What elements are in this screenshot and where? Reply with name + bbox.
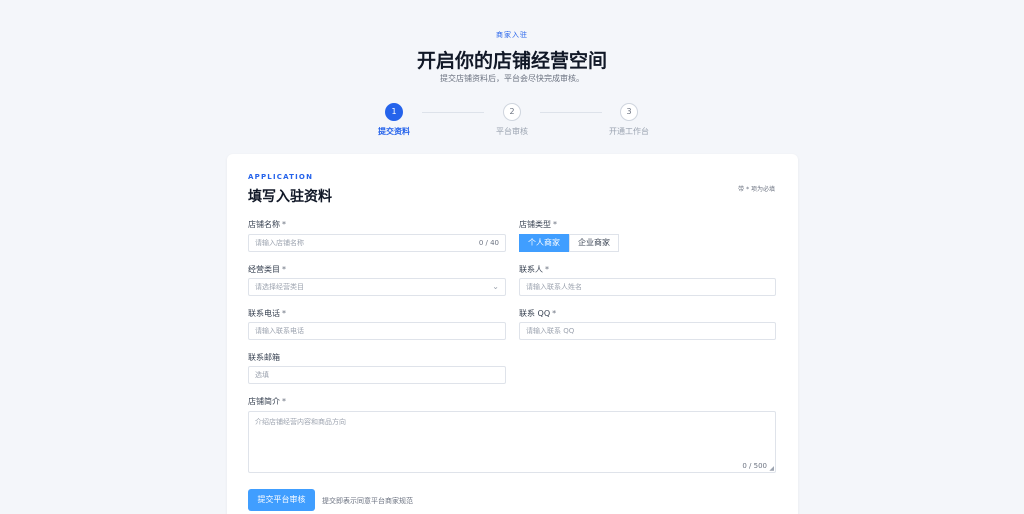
category-placeholder: 请选择经营类目 <box>255 283 304 291</box>
progress-steps: 1 提交资料 2 平台审核 3 开通工作台 <box>0 103 1024 143</box>
required-star: * <box>282 220 286 229</box>
store-name-placeholder: 请输入店铺名称 <box>255 239 304 247</box>
form-title: 填写入驻资料 <box>248 189 332 205</box>
phone-label: 联系电话 * <box>248 308 286 319</box>
required-star: * <box>282 309 286 318</box>
email-label: 联系邮箱 <box>248 352 280 363</box>
contact-placeholder: 请输入联系人姓名 <box>526 283 582 291</box>
email-placeholder: 选填 <box>255 371 269 379</box>
store-name-input[interactable]: 请输入店铺名称 0 / 40 <box>248 234 506 252</box>
email-label-text: 联系邮箱 <box>248 353 280 362</box>
intro-placeholder: 介绍店铺经营内容和商品方向 <box>255 418 346 426</box>
required-star: * <box>553 220 557 229</box>
step-review: 2 平台审核 <box>467 103 557 137</box>
submit-note: 提交即表示同意平台商家规范 <box>322 497 413 505</box>
required-star: * <box>282 265 286 274</box>
step-open-workspace: 3 开通工作台 <box>584 103 674 137</box>
contact-label: 联系人 * <box>519 264 549 275</box>
intro-counter: 0 / 500 <box>742 462 767 470</box>
intro-textarea[interactable]: 介绍店铺经营内容和商品方向 0 / 500 ◢ <box>248 411 776 473</box>
required-star: * <box>282 397 286 406</box>
step-label: 提交资料 <box>378 127 410 136</box>
submit-review-button[interactable]: 提交平台审核 <box>248 489 315 511</box>
qq-input[interactable]: 请输入联系 QQ <box>519 322 776 340</box>
page-subtitle: 提交店铺资料后，平台会尽快完成审核。 <box>440 74 584 83</box>
step-submit: 1 提交资料 <box>349 103 439 137</box>
store-name-label-text: 店铺名称 <box>248 220 280 229</box>
store-name-label: 店铺名称 * <box>248 219 286 230</box>
required-note: 带 * 项为必填 <box>738 186 775 193</box>
phone-label-text: 联系电话 <box>248 309 280 318</box>
step-label: 平台审核 <box>496 127 528 136</box>
qq-placeholder: 请输入联系 QQ <box>526 327 575 335</box>
eyebrow: 商家入驻 <box>496 31 528 39</box>
form-kicker: APPLICATION <box>248 173 314 181</box>
application-form-card: APPLICATION 填写入驻资料 带 * 项为必填 店铺名称 * 请输入店铺名… <box>227 154 798 514</box>
store-type-label: 店铺类型 * <box>519 219 557 230</box>
resize-handle-icon[interactable]: ◢ <box>769 465 774 472</box>
store-type-label-text: 店铺类型 <box>519 220 551 229</box>
step-label: 开通工作台 <box>609 127 649 136</box>
phone-placeholder: 请输入联系电话 <box>255 327 304 335</box>
store-type-enterprise-button[interactable]: 企业商家 <box>569 234 619 252</box>
step-number: 1 <box>385 103 403 121</box>
required-star: * <box>552 309 557 318</box>
category-label: 经营类目 * <box>248 264 286 275</box>
chevron-down-icon: ⌄ <box>492 282 499 291</box>
contact-label-text: 联系人 <box>519 265 543 274</box>
category-label-text: 经营类目 <box>248 265 280 274</box>
page-title: 开启你的店铺经营空间 <box>416 50 607 72</box>
step-number: 2 <box>503 103 521 121</box>
phone-input[interactable]: 请输入联系电话 <box>248 322 506 340</box>
intro-label: 店铺简介 * <box>248 396 286 407</box>
contact-input[interactable]: 请输入联系人姓名 <box>519 278 776 296</box>
step-number: 3 <box>620 103 638 121</box>
email-input[interactable]: 选填 <box>248 366 506 384</box>
qq-label: 联系 QQ * <box>519 308 556 319</box>
intro-label-text: 店铺简介 <box>248 397 280 406</box>
category-select[interactable]: 请选择经营类目 ⌄ <box>248 278 506 296</box>
required-star: * <box>545 265 549 274</box>
qq-label-text: 联系 QQ <box>519 309 551 318</box>
store-name-counter: 0 / 40 <box>478 239 499 247</box>
store-type-toggle: 个人商家 企业商家 <box>519 234 619 252</box>
store-type-individual-button[interactable]: 个人商家 <box>519 234 569 252</box>
